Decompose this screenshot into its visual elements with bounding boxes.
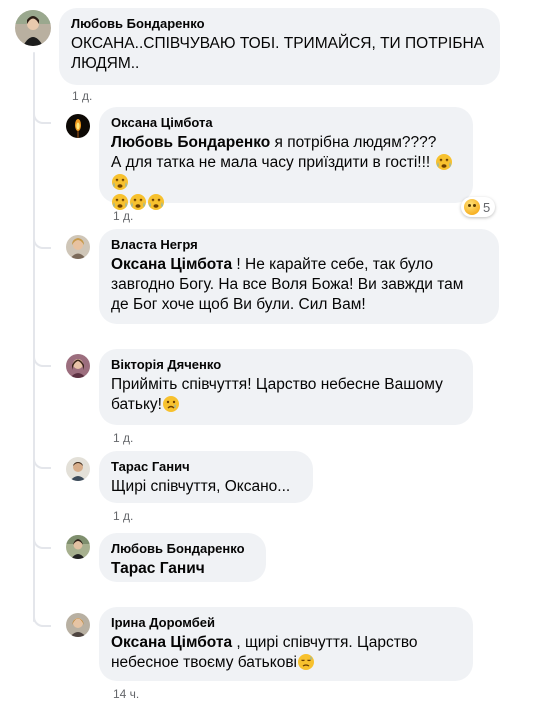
comment-text-line: ОКСАНА..СПІВЧУВАЮ ТОБІ. ТРИМАЙСЯ, ТИ ПОТ… <box>71 35 485 52</box>
reply-text-line: завгодно Богу. На все Воля Божа! Ви завж… <box>111 276 464 293</box>
reply-timestamp[interactable]: 1 д. <box>113 431 133 445</box>
reply-author[interactable]: Тарас Ганич <box>111 459 301 475</box>
reply-text: Оксана Цімбота ! Не карайте себе, так бу… <box>111 255 487 315</box>
downcast-face-icon <box>297 654 315 671</box>
thread-connector <box>33 235 51 249</box>
reply-timestamp[interactable]: 1 д. <box>113 509 133 523</box>
reply-text-line: , щирі співчуття. Царство <box>232 634 418 651</box>
reply-bubble[interactable]: Оксана Цімбота Любовь Бондаренко я потрі… <box>99 107 473 210</box>
sad-face-icon <box>464 199 480 215</box>
avatar[interactable] <box>66 114 90 138</box>
reply-bubble[interactable]: Тарас Ганич Щирі співчуття, Оксано... <box>99 451 313 503</box>
reply-text: Любовь Бондаренко я потрібна людям???? А… <box>111 133 461 213</box>
reply-text-line: А для татка не мала часу приїздити в гос… <box>111 154 431 171</box>
reaction-badge[interactable]: 5 <box>461 197 496 217</box>
crying-emoji-icon <box>111 193 461 213</box>
thread-connector <box>33 535 51 549</box>
reply-author[interactable]: Власта Негря <box>111 237 487 253</box>
reply-text: Тарас Ганич <box>111 559 254 579</box>
reply-text-line: небесное твоєму батькові <box>111 654 297 671</box>
avatar[interactable] <box>66 535 90 559</box>
mention-link[interactable]: Любовь Бондаренко <box>111 134 270 151</box>
mention-link[interactable]: Оксана Цімбота <box>111 256 232 273</box>
reply-text-line: ! Не карайте себе, так було <box>232 256 434 273</box>
thread-connector <box>33 455 51 469</box>
reply-bubble[interactable]: Ірина Доромбей Оксана Цімбота , щирі спі… <box>99 607 473 681</box>
thread-connector <box>33 110 51 124</box>
reply-text: Щирі співчуття, Оксано... <box>111 478 291 495</box>
reply-bubble[interactable]: Любовь Бондаренко Тарас Ганич <box>99 533 266 582</box>
reaction-count: 5 <box>483 199 491 215</box>
reply-bubble[interactable]: Вікторія Дяченко Прийміть співчуття! Цар… <box>99 349 473 425</box>
mention-link[interactable]: Тарас Ганич <box>111 560 205 577</box>
thread-connector <box>33 613 51 627</box>
reply-text-line: батьку! <box>111 396 162 413</box>
avatar[interactable] <box>66 457 90 481</box>
comment-timestamp[interactable]: 1 д. <box>72 89 92 103</box>
reply-author[interactable]: Любовь Бондаренко <box>111 541 254 557</box>
reply-author[interactable]: Оксана Цімбота <box>111 115 461 131</box>
sad-emoji-icon <box>162 396 180 413</box>
reply-timestamp[interactable]: 14 ч. <box>113 687 139 701</box>
comment-text-line: ЛЮДЯМ.. <box>71 55 140 72</box>
mention-link[interactable]: Оксана Цімбота <box>111 634 232 651</box>
reply-bubble[interactable]: Власта Негря Оксана Цімбота ! Не карайте… <box>99 229 499 324</box>
reply-text-line: де Бог хоче щоб Ви були. Сил Вам! <box>111 296 366 313</box>
thread-connector <box>33 353 51 367</box>
comment-text: ОКСАНА..СПІВЧУВАЮ ТОБІ. ТРИМАЙСЯ, ТИ ПОТ… <box>71 34 488 74</box>
reply-author[interactable]: Ірина Доромбей <box>111 615 461 631</box>
reply-text: Оксана Цімбота , щирі співчуття. Царство… <box>111 633 461 673</box>
reply-author[interactable]: Вікторія Дяченко <box>111 357 461 373</box>
avatar[interactable] <box>66 354 90 378</box>
reply-text-line: Прийміть співчуття! Царство небесне Вашо… <box>111 376 443 393</box>
avatar[interactable] <box>66 613 90 637</box>
comment-bubble[interactable]: Любовь Бондаренко ОКСАНА..СПІВЧУВАЮ ТОБІ… <box>59 8 500 85</box>
avatar[interactable] <box>66 235 90 259</box>
comment-author[interactable]: Любовь Бондаренко <box>71 16 488 32</box>
reply-text-line: я потрібна людям???? <box>270 134 437 151</box>
avatar[interactable] <box>15 10 51 46</box>
reply-text: Прийміть співчуття! Царство небесне Вашо… <box>111 375 461 415</box>
reply-timestamp[interactable]: 1 д. <box>113 209 133 223</box>
